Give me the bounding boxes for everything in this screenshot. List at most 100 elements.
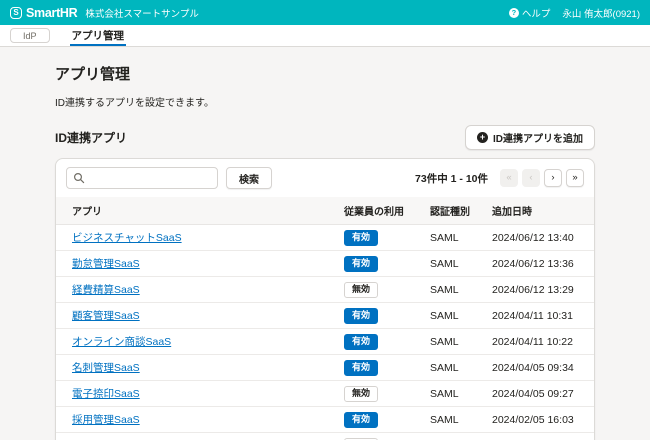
auth-cell: SAML — [422, 433, 484, 440]
app-table: アプリ 従業員の利用 認証種別 追加日時 ビジネスチャットSaaS有効SAML2… — [56, 197, 594, 440]
table-row: オンライン商談SaaS 有効 SAML2024/04/11 10:22 — [56, 329, 594, 355]
use-cell: 有効 — [336, 355, 422, 381]
column-header-date: 追加日時 — [484, 197, 594, 225]
company-name: 株式会社スマートサンプル — [85, 6, 198, 20]
auth-cell: SAML — [422, 329, 484, 355]
add-app-button-label: ID連携アプリを追加 — [493, 130, 583, 145]
help-icon: ? — [509, 8, 519, 18]
auth-cell: SAML — [422, 303, 484, 329]
date-cell: 2024/04/05 09:34 — [484, 355, 594, 381]
use-cell: 有効 — [336, 225, 422, 251]
global-header: S SmartHR 株式会社スマートサンプル ? ヘルプ 永山 侑太郎(0921… — [0, 0, 650, 25]
date-cell: 2024/06/12 13:29 — [484, 277, 594, 303]
help-link[interactable]: ? ヘルプ — [509, 6, 551, 20]
top-pager: «‹›» — [500, 169, 584, 187]
table-row: 経費精算SaaS 無効 SAML2024/06/12 13:29 — [56, 277, 594, 303]
status-badge: 有効 — [344, 230, 378, 246]
date-cell: 2024/04/11 10:22 — [484, 329, 594, 355]
auth-cell: SAML — [422, 277, 484, 303]
search-button[interactable]: 検索 — [226, 167, 272, 189]
status-badge: 有効 — [344, 256, 378, 272]
status-badge: 無効 — [344, 282, 378, 298]
user-menu[interactable]: 永山 侑太郎(0921) — [562, 6, 640, 20]
help-label: ヘルプ — [522, 6, 551, 20]
use-cell: 無効 — [336, 277, 422, 303]
auth-cell: SAML — [422, 381, 484, 407]
card-toolbar: 検索 73件中 1 - 10件 «‹›» — [56, 159, 594, 197]
app-link[interactable]: オンライン商談SaaS — [72, 336, 171, 348]
status-badge: 有効 — [344, 360, 378, 376]
status-badge: 有効 — [344, 334, 378, 350]
tab-bar: IdP アプリ管理 — [0, 25, 650, 47]
use-cell: 有効 — [336, 407, 422, 433]
add-app-button[interactable]: + ID連携アプリを追加 — [465, 125, 595, 150]
date-cell: 2024/02/05 16:03 — [484, 407, 594, 433]
column-header-app: アプリ — [56, 197, 336, 225]
tab-app-management-label: アプリ管理 — [72, 28, 125, 43]
main-content: アプリ管理 ID連携するアプリを設定できます。 ID連携アプリ + ID連携アプ… — [0, 47, 650, 440]
active-tab-indicator — [70, 44, 127, 47]
app-table-body: ビジネスチャットSaaS有効SAML2024/06/12 13:40勤怠管理Sa… — [56, 225, 594, 440]
table-row: ビジネスチャットSaaS 有効 SAML2024/06/12 13:40 — [56, 225, 594, 251]
app-link[interactable]: 電子捺印SaaS — [72, 388, 140, 400]
smarthr-logo[interactable]: S SmartHR — [10, 6, 77, 20]
app-link[interactable]: 採用管理SaaS — [72, 414, 140, 426]
date-cell: 2024/06/12 13:36 — [484, 251, 594, 277]
app-cell: ビジネスチャットSaaS — [56, 225, 336, 251]
app-cell: 採用管理SaaS — [56, 407, 336, 433]
last-page-button[interactable]: » — [566, 169, 584, 187]
search-icon — [73, 172, 85, 184]
use-cell: 無効 — [336, 381, 422, 407]
use-cell: 有効 — [336, 251, 422, 277]
table-row: 電子捺印SaaS 無効 SAML2024/04/05 09:27 — [56, 381, 594, 407]
use-cell: 有効 — [336, 329, 422, 355]
auth-cell: SAML — [422, 251, 484, 277]
status-badge: 有効 — [344, 412, 378, 428]
prev-page-button[interactable]: ‹ — [522, 169, 540, 187]
table-row: 採用管理SaaS 有効 SAML2024/02/05 16:03 — [56, 407, 594, 433]
status-badge: 有効 — [344, 308, 378, 324]
page-description: ID連携するアプリを設定できます。 — [55, 94, 595, 109]
app-link[interactable]: 勤怠管理SaaS — [72, 258, 140, 270]
status-badge: 無効 — [344, 386, 378, 402]
app-cell: 電子捺印SaaS — [56, 381, 336, 407]
auth-cell: SAML — [422, 407, 484, 433]
search-input[interactable] — [66, 167, 218, 189]
idp-switch-button[interactable]: IdP — [10, 28, 50, 43]
next-page-button[interactable]: › — [544, 169, 562, 187]
app-cell: 名刺管理SaaS — [56, 355, 336, 381]
page-title: アプリ管理 — [55, 63, 595, 84]
date-cell: 2024/02/05 15:48 — [484, 433, 594, 440]
table-row: ワークフローSaaS無効SAML2024/02/05 15:48 — [56, 433, 594, 440]
app-cell: ワークフローSaaS — [56, 433, 336, 440]
use-cell: 無効 — [336, 433, 422, 440]
app-link[interactable]: 経費精算SaaS — [72, 284, 140, 296]
smarthr-logo-icon: S — [10, 7, 22, 19]
use-cell: 有効 — [336, 303, 422, 329]
smarthr-logo-text: SmartHR — [26, 6, 77, 20]
tab-app-management[interactable]: アプリ管理 — [70, 25, 127, 46]
auth-cell: SAML — [422, 225, 484, 251]
table-header-row: アプリ 従業員の利用 認証種別 追加日時 — [56, 197, 594, 225]
app-link[interactable]: 顧客管理SaaS — [72, 310, 140, 322]
date-cell: 2024/06/12 13:40 — [484, 225, 594, 251]
app-cell: 勤怠管理SaaS — [56, 251, 336, 277]
app-cell: オンライン商談SaaS — [56, 329, 336, 355]
auth-cell: SAML — [422, 355, 484, 381]
app-link[interactable]: ビジネスチャットSaaS — [72, 232, 182, 244]
app-cell: 顧客管理SaaS — [56, 303, 336, 329]
app-list-card: 検索 73件中 1 - 10件 «‹›» アプリ 従業員の利用 認証種別 追加日… — [55, 158, 595, 440]
table-row: 勤怠管理SaaS 有効 SAML2024/06/12 13:36 — [56, 251, 594, 277]
table-row: 名刺管理SaaS 有効 SAML2024/04/05 09:34 — [56, 355, 594, 381]
app-cell: 経費精算SaaS — [56, 277, 336, 303]
column-header-auth: 認証種別 — [422, 197, 484, 225]
app-link[interactable]: 名刺管理SaaS — [72, 362, 140, 374]
date-cell: 2024/04/11 10:31 — [484, 303, 594, 329]
date-cell: 2024/04/05 09:27 — [484, 381, 594, 407]
plus-circle-icon: + — [477, 132, 488, 143]
section-title: ID連携アプリ — [55, 129, 127, 146]
first-page-button[interactable]: « — [500, 169, 518, 187]
table-row: 顧客管理SaaS 有効 SAML2024/04/11 10:31 — [56, 303, 594, 329]
column-header-use: 従業員の利用 — [336, 197, 422, 225]
result-count: 73件中 1 - 10件 — [415, 171, 488, 186]
